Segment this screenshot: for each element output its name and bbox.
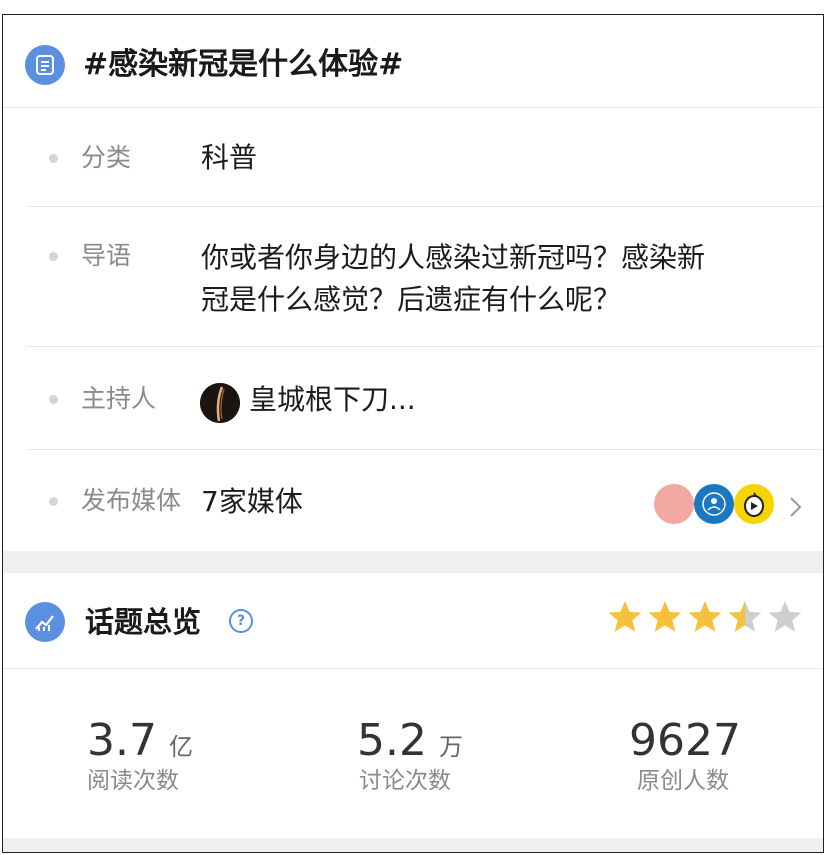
overview-title: 话题总览 [85,605,202,639]
star-icon [688,601,722,632]
intro-line-2: 冠是什么感觉？后遗症有什么呢？ [201,283,622,316]
category-label: 分类 [81,143,132,172]
star-icon [648,601,682,632]
star-icon [728,601,762,632]
intro-label: 导语 [81,241,132,270]
topic-card: #感染新冠是什么体验# 分类 科普 导语 你或者你身边的人感染过新冠吗？感染新 … [2,14,824,853]
divider [27,346,823,347]
host-avatar[interactable] [200,383,240,423]
host-name[interactable]: 皇城根下刀... [249,381,416,419]
stat-unit: 万 [438,733,463,761]
section-separator [3,838,823,852]
media-count[interactable]: 7家媒体 [201,483,303,521]
media-avatar-pink[interactable] [654,484,694,524]
bullet-dot [49,395,58,404]
media-label: 发布媒体 [81,486,182,515]
divider [27,449,823,450]
chevron-right-icon[interactable] [787,495,803,523]
topic-list-icon [25,45,65,85]
media-avatar-blue[interactable] [694,484,734,524]
section-separator [3,551,823,573]
help-icon[interactable]: ? [229,609,253,633]
topic-title: #感染新冠是什么体验# [83,47,404,82]
host-label: 主持人 [81,384,157,413]
divider [27,206,823,207]
star-icon [768,601,802,632]
stat-label: 阅读次数 [87,768,179,794]
chart-icon [25,602,65,642]
bullet-dot [49,154,58,163]
divider [3,107,823,108]
intro-line-1: 你或者你身边的人感染过新冠吗？感染新 [201,241,706,274]
media-avatar-yellow[interactable] [734,484,774,524]
category-value[interactable]: 科普 [201,139,257,177]
bullet-dot [49,252,58,261]
star-icon [608,601,642,632]
stat-label: 讨论次数 [359,768,451,794]
stat-value: 9627 [629,715,741,766]
divider [3,668,823,669]
stat-unit: 亿 [168,733,193,761]
rating-stars [607,599,803,635]
bullet-dot [49,497,58,506]
stat-label: 原创人数 [637,768,729,794]
